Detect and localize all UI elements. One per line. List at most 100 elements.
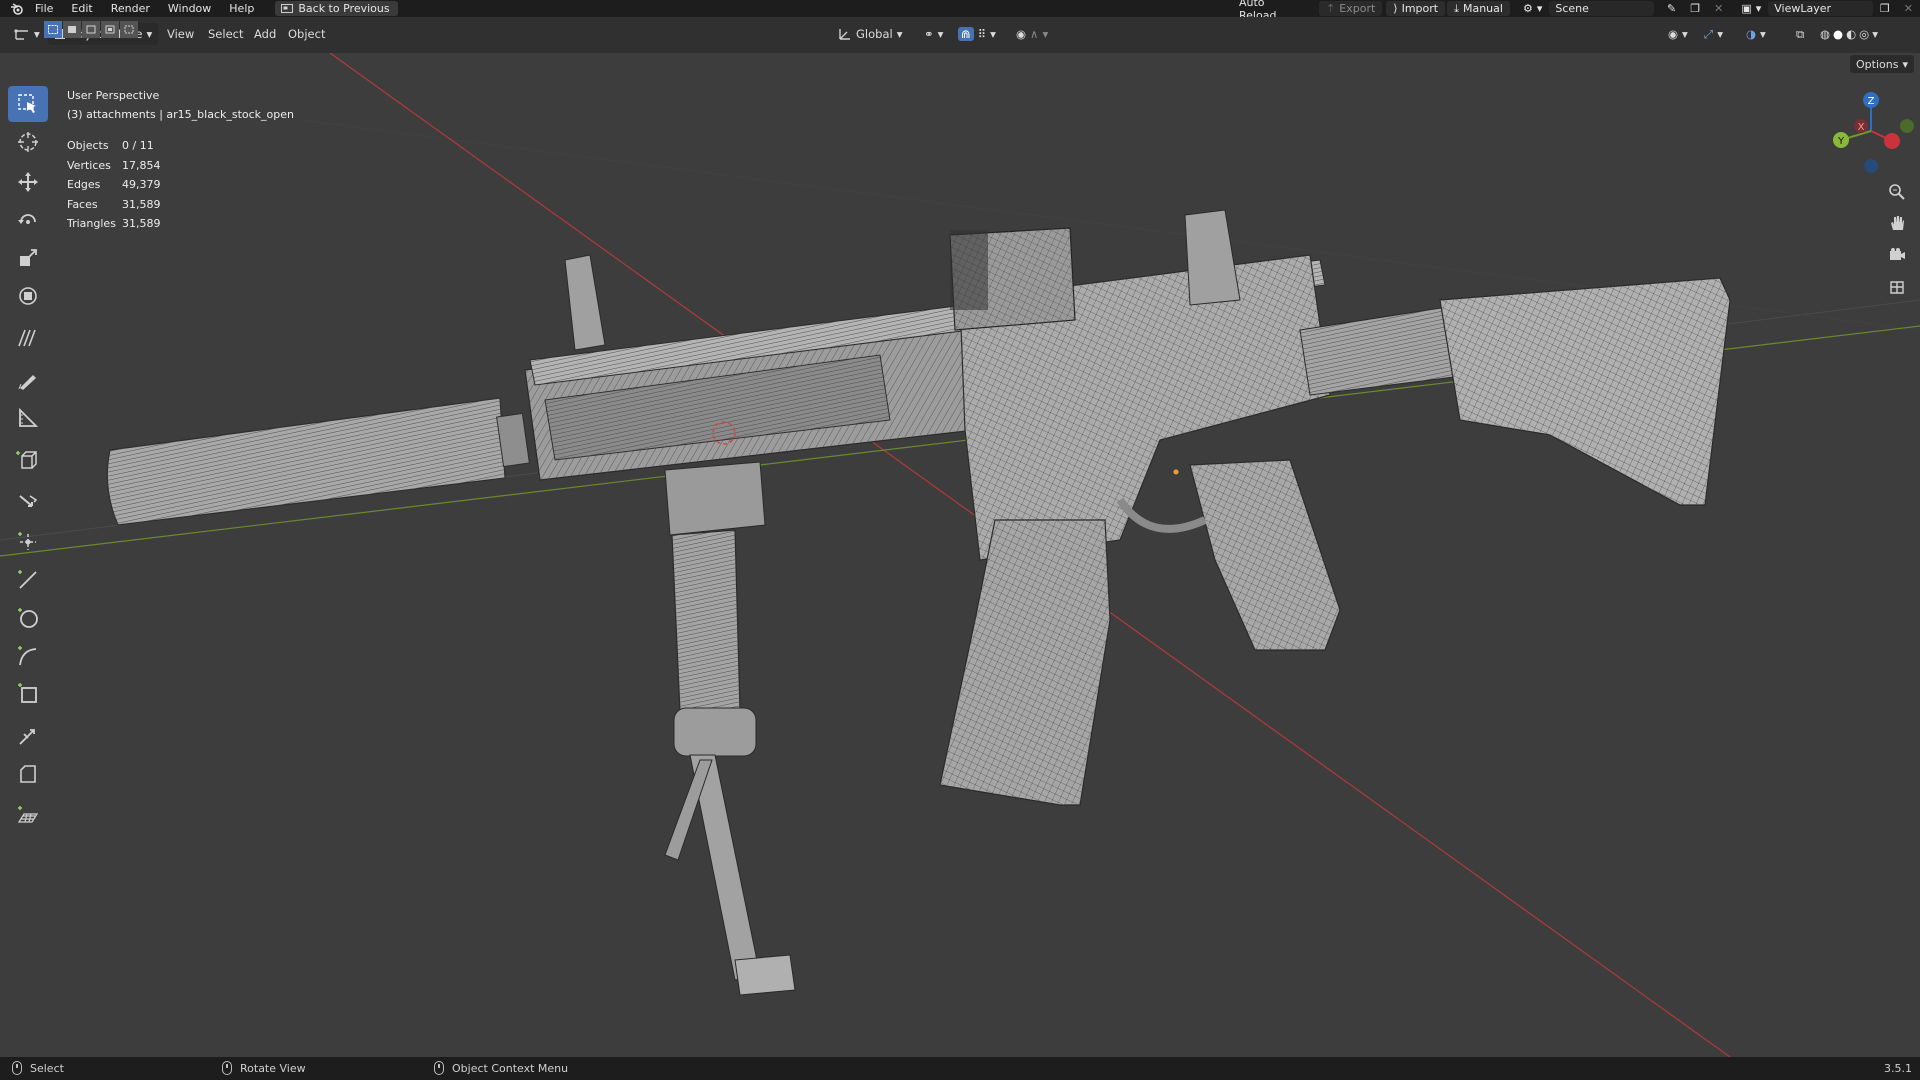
header-menu-object[interactable]: Object [288,23,325,45]
status-context-label: Object Context Menu [452,1061,569,1075]
menu-file[interactable]: File [26,0,62,17]
header-menu-add[interactable]: Add [254,23,276,45]
snap-grid-icon: ⠿ [977,27,987,41]
transform-point-icon[interactable] [8,718,48,754]
stat-row-vertices: Vertices 17,854 [67,156,161,176]
menu-window[interactable]: Window [159,0,220,17]
header-menu-view[interactable]: View [167,23,194,45]
export-button[interactable]: ⇡ Export [1319,1,1383,16]
zoom-icon[interactable] [1883,178,1911,206]
navigation-gizmo[interactable]: Z Y X [1826,86,1916,176]
gizmo-toggle[interactable]: ⤢ ▾ [1704,23,1723,45]
scene-statistics: Objects 0 / 11 Vertices 17,854 Edges 49,379… [67,136,161,234]
camera-icon[interactable] [1883,241,1911,269]
cursor-icon[interactable] [8,124,48,160]
new-view-layer-icon[interactable]: ❐ [1873,1,1897,16]
add-curve-icon[interactable] [8,638,48,674]
active-collection-label: (3) attachments | ar15_black_stock_open [67,108,295,121]
view-layer-field[interactable]: ViewLayer [1768,1,1873,16]
stat-label: Vertices [67,158,111,172]
gizmo-x-icon[interactable] [1884,133,1900,149]
add-square-icon[interactable] [8,676,48,712]
editor-type-dropdown[interactable]: ▾ [14,23,40,45]
note-icon[interactable] [8,756,48,792]
delete-view-layer-icon[interactable]: ✕ [1897,1,1920,16]
pivot-dropdown[interactable]: ⚭ ▾ [924,23,943,45]
view-layer-icon: ▣ [1741,2,1752,15]
annotate-line-icon[interactable] [8,362,48,398]
scene-pin-icon[interactable]: ✎ [1660,1,1683,16]
grid-icon[interactable] [8,798,48,834]
menu-help[interactable]: Help [220,0,263,17]
select-box-icon[interactable] [8,86,48,122]
stat-value: 17,854 [122,158,161,172]
topbar-right: Auto Reload ⇡ Export ⟩ Import ⤓ Manual ⚙ ▾ S… [1232,0,1920,22]
measure-icon[interactable] [8,400,48,436]
stat-row-objects: Objects 0 / 11 [67,136,161,156]
select-intersect-icon[interactable] [120,21,138,38]
menu-render[interactable]: Render [102,0,159,17]
orientation-dropdown[interactable]: Global ▾ [838,23,902,45]
scene-canvas [0,53,1920,1057]
xray-toggle[interactable]: ⧉ [1796,23,1804,45]
blender-logo[interactable] [8,0,26,17]
screen-icon [281,3,294,13]
auto-reload-toggle[interactable]: Auto Reload [1232,0,1309,22]
add-line-icon[interactable] [8,562,48,598]
import-label: Import [1401,2,1439,15]
mouse-right-icon [434,1061,444,1075]
menu-edit[interactable]: Edit [62,0,101,17]
back-to-previous-button[interactable]: Back to Previous [275,1,398,16]
transform-icon[interactable] [8,278,48,314]
rendered-shading-icon[interactable]: ◎ [1859,27,1869,41]
overlay-toggle[interactable]: ◑ ▾ [1746,23,1766,45]
rifle-model[interactable] [106,209,1731,996]
status-select-hint: Select [12,1061,64,1075]
stat-value: 31,589 [122,197,161,211]
pan-hand-icon[interactable] [1883,209,1911,237]
stat-label: Edges [67,178,101,191]
annotate-icon[interactable] [8,320,48,356]
proportional-edit-toggle[interactable]: ◉ ∧ ▾ [1016,23,1048,45]
extrude-icon[interactable] [8,484,48,520]
options-dropdown[interactable]: Options ▾ [1850,55,1914,73]
scene-selector[interactable]: ⚙ ▾ [1516,1,1549,16]
3d-viewport[interactable]: Z Y X Options ▾ [0,53,1920,1057]
overlay-icon: ◑ [1746,27,1757,41]
scale-icon[interactable] [8,240,48,276]
stat-row-triangles: Triangles 31,589 [67,214,161,234]
material-shading-icon[interactable]: ◐ [1846,27,1856,41]
pivot-icon: ⚭ [924,27,934,41]
stat-row-faces: Faces 31,589 [67,195,161,215]
add-point-icon[interactable] [8,524,48,560]
move-icon[interactable] [8,164,48,200]
gizmo-icon: ⤢ [1704,26,1714,41]
wireframe-shading-icon[interactable]: ◍ [1820,27,1830,41]
new-scene-icon[interactable]: ❐ [1683,1,1707,16]
ortho-grid-icon[interactable] [1883,273,1911,301]
snap-toggle[interactable]: ⋒ ⠿ ▾ [958,23,996,45]
visibility-dropdown[interactable]: ◉ ▾ [1668,23,1688,45]
scene-name-field[interactable]: Scene [1549,1,1654,16]
select-new-icon[interactable] [44,21,62,38]
view-layer-selector[interactable]: ▣ ▾ [1734,1,1768,16]
stat-value: 31,589 [122,217,161,230]
status-select-label: Select [30,1061,64,1075]
select-invert-icon[interactable] [101,21,119,38]
solid-shading-icon[interactable]: ● [1833,27,1843,41]
delete-scene-icon[interactable]: ✕ [1707,1,1730,16]
stat-label: Faces [67,197,98,211]
shading-modes[interactable]: ◍ ● ◐ ◎ ▾ [1820,23,1878,45]
rotate-icon[interactable] [8,202,48,238]
import-button[interactable]: ⟩ Import [1386,1,1446,16]
select-subtract-icon[interactable] [82,21,100,38]
stat-row-edges: Edges 49,379 [67,175,161,195]
status-rotate-label: Rotate View [240,1061,306,1075]
manual-button[interactable]: ⤓ Manual [1447,1,1510,16]
add-circle-icon[interactable] [8,600,48,636]
status-rotate-hint: Rotate View [222,1061,306,1075]
header-menu-select[interactable]: Select [208,23,243,45]
status-context-hint: Object Context Menu [434,1061,568,1075]
select-extend-icon[interactable] [63,21,81,38]
add-cube-icon[interactable] [8,442,48,478]
